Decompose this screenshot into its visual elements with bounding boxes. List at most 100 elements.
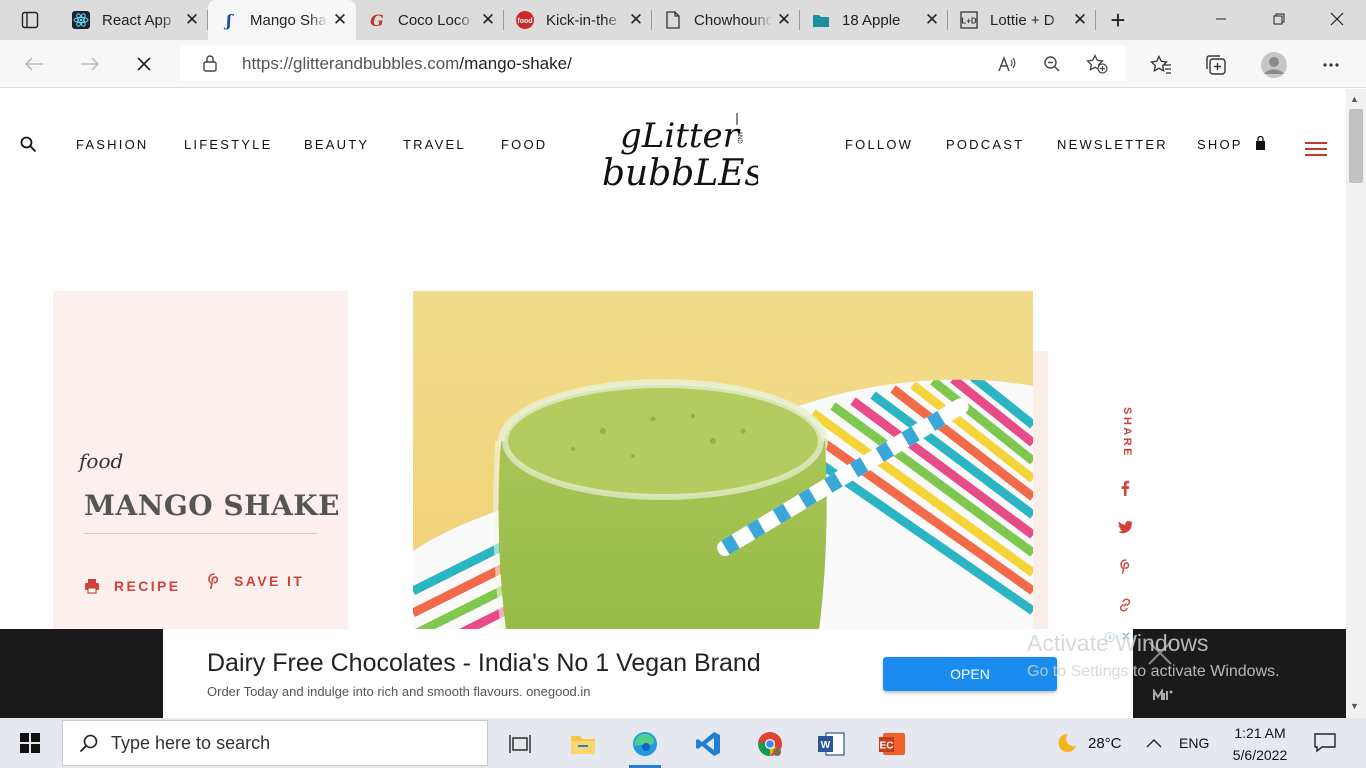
word-icon[interactable]: W (811, 724, 851, 764)
svg-text:W: W (821, 740, 831, 751)
nav-follow[interactable]: FOLLOW (845, 137, 913, 152)
close-tab-icon[interactable]: ✕ (332, 10, 348, 29)
zoom-out-icon[interactable] (1041, 53, 1063, 75)
language-indicator[interactable]: ENG (1179, 718, 1209, 768)
ad-choices-close-icon[interactable]: ✕ (1119, 629, 1133, 643)
close-window-button[interactable] (1308, 0, 1366, 38)
restore-icon (1273, 13, 1285, 25)
tab-kick-in-the[interactable]: food Kick-in-the ✕ (504, 0, 652, 40)
taskbar-search[interactable]: Type here to search (62, 720, 488, 766)
close-tab-icon[interactable]: ✕ (924, 10, 940, 29)
nav-food[interactable]: FOOD (501, 137, 547, 152)
settings-more-button[interactable] (1316, 50, 1346, 80)
minimize-button[interactable] (1192, 0, 1250, 38)
tab-react-app[interactable]: React App ✕ (60, 0, 208, 40)
powerpoint-icon[interactable]: EC (872, 724, 912, 764)
new-tab-button[interactable]: + (1096, 0, 1140, 40)
ad-content[interactable]: Dairy Free Chocolates - India's No 1 Veg… (163, 629, 1133, 718)
site-header: FASHION LIFESTYLE BEAUTY TRAVEL FOOD gLi… (0, 89, 1346, 207)
ad-close-icon[interactable] (1146, 639, 1174, 667)
avatar-icon (1261, 52, 1287, 78)
nav-podcast[interactable]: PODCAST (946, 137, 1024, 152)
tab-lottie[interactable]: L+D Lottie + D ✕ (948, 0, 1096, 40)
tab-chowhound[interactable]: Chowhound ✕ (652, 0, 800, 40)
ad-subtext[interactable]: Order Today and indulge into rich and sm… (207, 684, 591, 699)
hamburger-menu-icon[interactable] (1305, 142, 1327, 158)
svg-text:L+D: L+D (961, 17, 977, 26)
facebook-icon[interactable] (1116, 479, 1134, 497)
print-icon (85, 579, 99, 594)
nav-shop[interactable]: SHOP (1197, 137, 1243, 152)
tab-title: 18 Apple (842, 11, 901, 29)
tab-title: Lottie + D (990, 11, 1055, 29)
twitter-icon[interactable] (1116, 518, 1134, 536)
tab-actions-button[interactable] (0, 0, 60, 40)
save-it-button[interactable]: SAVE IT (208, 573, 304, 589)
ad-headline[interactable]: Dairy Free Chocolates - India's No 1 Veg… (207, 649, 761, 678)
start-button[interactable] (0, 718, 60, 768)
back-arrow-icon (24, 57, 43, 71)
window-controls (1192, 0, 1366, 38)
forward-button[interactable] (74, 48, 106, 80)
food-network-icon: food (516, 11, 534, 29)
tab-coco-loco[interactable]: G Coco Loco ✕ (356, 0, 504, 40)
url-path: /mango-shake/ (459, 54, 572, 73)
ad-open-button[interactable]: OPEN (883, 657, 1057, 691)
search-placeholder: Type here to search (111, 732, 271, 753)
read-aloud-icon[interactable] (996, 53, 1018, 75)
close-tab-icon[interactable]: ✕ (628, 10, 644, 29)
close-tab-icon[interactable]: ✕ (776, 10, 792, 29)
system-clock[interactable]: 1:21 AM 5/6/2022 (1220, 722, 1300, 766)
tab-title: Chowhound (694, 11, 772, 29)
minimize-icon (1216, 18, 1226, 20)
site-logo[interactable]: gLitter AND bubbLEs (598, 109, 763, 194)
add-favorite-icon[interactable] (1086, 53, 1108, 75)
profile-button[interactable] (1259, 50, 1289, 80)
post-category[interactable]: food (79, 449, 123, 473)
restore-button[interactable] (1250, 0, 1308, 38)
show-hidden-icons-button[interactable] (1146, 718, 1162, 768)
search-icon[interactable] (20, 136, 37, 158)
address-bar[interactable]: https://glitterandbubbles.com/mango-shak… (180, 45, 1126, 81)
lock-icon[interactable] (202, 54, 218, 77)
url-text[interactable]: https://glitterandbubbles.com/mango-shak… (242, 54, 572, 74)
scroll-down-icon[interactable]: ▼ (1350, 701, 1359, 711)
svg-text:EC: EC (880, 741, 894, 752)
recipe-button[interactable]: RECIPE (84, 578, 181, 594)
stop-loading-button[interactable] (128, 48, 160, 80)
scroll-up-icon[interactable]: ▲ (1350, 94, 1359, 104)
vscode-icon[interactable] (688, 724, 728, 764)
collections-button[interactable] (1201, 50, 1231, 80)
more-dots-icon (1323, 63, 1339, 67)
nav-lifestyle[interactable]: LIFESTYLE (184, 137, 272, 152)
ad-banner: Dairy Free Chocolates - India's No 1 Veg… (0, 629, 1346, 718)
file-explorer-icon[interactable] (563, 724, 603, 764)
tab-title: Kick-in-the (546, 11, 617, 29)
tab-mango-shake[interactable]: ʃ Mango Shake ✕ (208, 0, 356, 40)
tab-strip: React App ✕ ʃ Mango Shake ✕ G Coco Loco … (0, 0, 1366, 40)
task-view-icon[interactable] (500, 724, 540, 764)
pinterest-share-icon[interactable] (1116, 557, 1134, 575)
nav-travel[interactable]: TRAVEL (403, 137, 466, 152)
notifications-button[interactable] (1314, 718, 1336, 768)
link-icon[interactable] (1116, 596, 1134, 614)
tab-18-apple[interactable]: 18 Apple ✕ (800, 0, 948, 40)
forward-arrow-icon (81, 57, 100, 71)
edge-browser-icon[interactable] (625, 724, 665, 768)
shopping-bag-icon[interactable] (1255, 135, 1266, 156)
close-tab-icon[interactable]: ✕ (184, 10, 200, 29)
favorites-button[interactable] (1146, 50, 1176, 80)
close-tab-icon[interactable]: ✕ (480, 10, 496, 29)
scrollbar-thumb[interactable] (1349, 109, 1363, 183)
nav-beauty[interactable]: BEAUTY (304, 137, 369, 152)
page-scrollbar[interactable]: ▲ ▼ (1346, 89, 1366, 718)
chrome-icon[interactable] (750, 724, 790, 764)
nav-newsletter[interactable]: NEWSLETTER (1057, 137, 1168, 152)
close-tab-icon[interactable]: ✕ (1072, 10, 1088, 29)
weather-widget[interactable]: 28°C (1052, 718, 1122, 768)
back-button[interactable] (18, 48, 50, 80)
nav-fashion[interactable]: FASHION (76, 137, 148, 152)
ad-info-icon[interactable]: ⓘ (1103, 629, 1117, 644)
tab-title: Coco Loco (398, 11, 470, 29)
moon-icon (1058, 733, 1076, 752)
